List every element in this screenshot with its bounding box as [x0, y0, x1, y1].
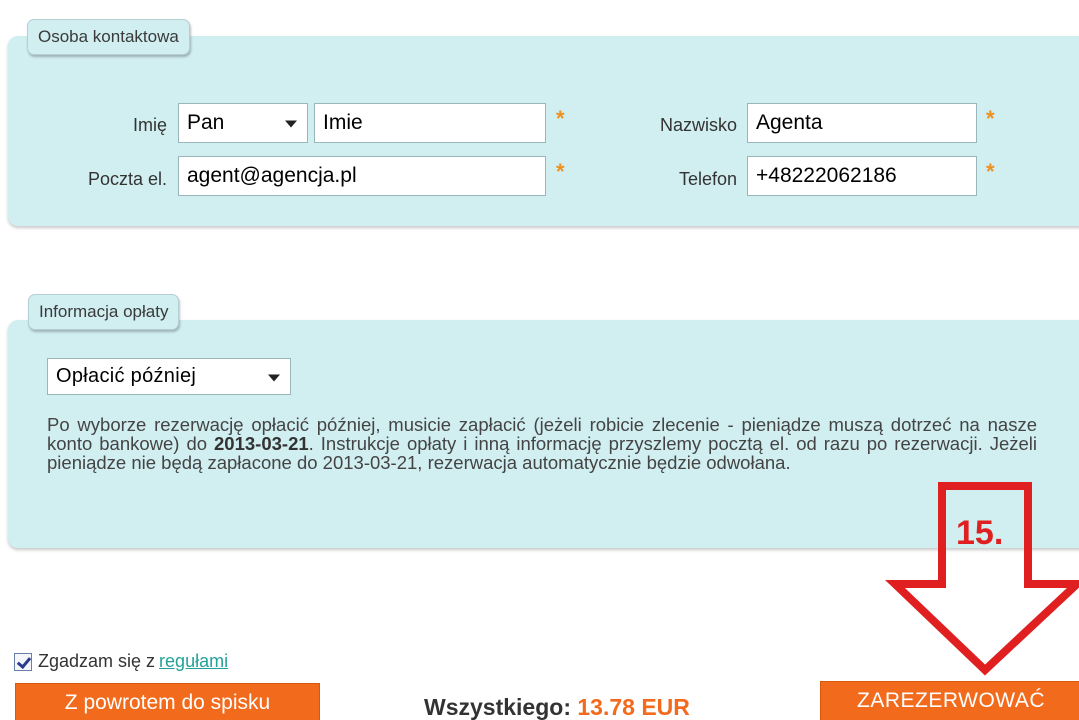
booking-page: Osoba kontaktowa Imię Pan Imie * Nazwisk…: [0, 0, 1079, 720]
step-arrow-icon: [885, 482, 1079, 676]
step-number: 15.: [956, 514, 1004, 552]
